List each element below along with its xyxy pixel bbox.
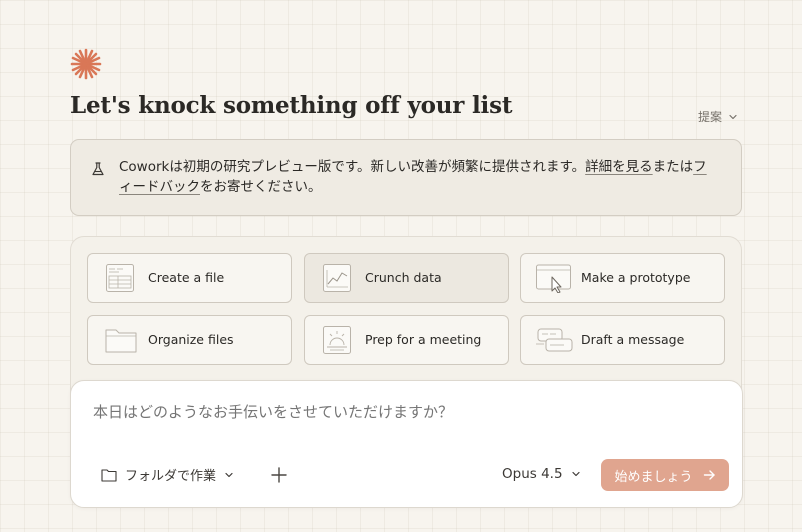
start-button[interactable]: 始めましょう (601, 459, 729, 491)
chevron-down-icon (225, 472, 233, 477)
task-label: Make a prototype (581, 270, 691, 285)
learn-more-link[interactable]: 詳細を見る (585, 159, 653, 175)
start-button-label: 始めましょう (614, 469, 693, 485)
arrow-right-icon (703, 470, 715, 480)
prototype-window-icon (536, 264, 571, 293)
file-table-icon (106, 264, 134, 292)
model-label: Opus 4.5 (502, 466, 563, 482)
folder-icon (105, 329, 137, 353)
task-label: Organize files (148, 332, 234, 347)
prompt-composer: フォルダで作業 Opus 4.5 始めましょう (70, 380, 743, 508)
task-prep-meeting[interactable]: Prep for a meeting (304, 315, 509, 365)
task-label: Prep for a meeting (365, 332, 482, 347)
folder-button-label: フォルダで作業 (125, 469, 217, 484)
chart-icon (323, 264, 351, 292)
task-make-prototype[interactable]: Make a prototype (520, 253, 725, 303)
task-label: Draft a message (581, 332, 685, 347)
suggestions-dropdown[interactable]: 提案 (698, 108, 738, 125)
task-organize-files[interactable]: Organize files (87, 315, 292, 365)
work-in-folder-button[interactable]: フォルダで作業 (101, 465, 234, 484)
page-title: Let's knock something off your list (70, 92, 513, 119)
chevron-down-icon (571, 471, 580, 477)
task-label: Crunch data (365, 270, 442, 285)
model-selector[interactable]: Opus 4.5 (502, 466, 581, 482)
message-bubbles-icon (536, 328, 573, 352)
task-crunch-data[interactable]: Crunch data (304, 253, 509, 303)
banner-text-part: Coworkは初期の研究プレビュー版です。新しい改善が頻繁に提供されます。 (119, 159, 586, 175)
prompt-input[interactable] (93, 403, 693, 421)
plus-icon[interactable] (270, 466, 288, 484)
meeting-icon (323, 326, 351, 354)
sparkle-burst-icon (70, 48, 102, 80)
chevron-down-icon (729, 114, 737, 119)
flask-icon (92, 162, 104, 176)
preview-banner: Coworkは初期の研究プレビュー版です。新しい改善が頻繁に提供されます。詳細を… (70, 139, 742, 216)
task-label: Create a file (148, 270, 225, 285)
banner-text-part: または (652, 159, 694, 175)
suggestions-label: 提案 (697, 110, 722, 124)
task-draft-message[interactable]: Draft a message (520, 315, 725, 365)
task-create-file[interactable]: Create a file (87, 253, 292, 303)
banner-text-part: をお寄せください。 (200, 179, 322, 195)
folder-icon (101, 468, 117, 482)
banner-text: Coworkは初期の研究プレビュー版です。新しい改善が頻繁に提供されます。詳細を… (119, 157, 719, 197)
